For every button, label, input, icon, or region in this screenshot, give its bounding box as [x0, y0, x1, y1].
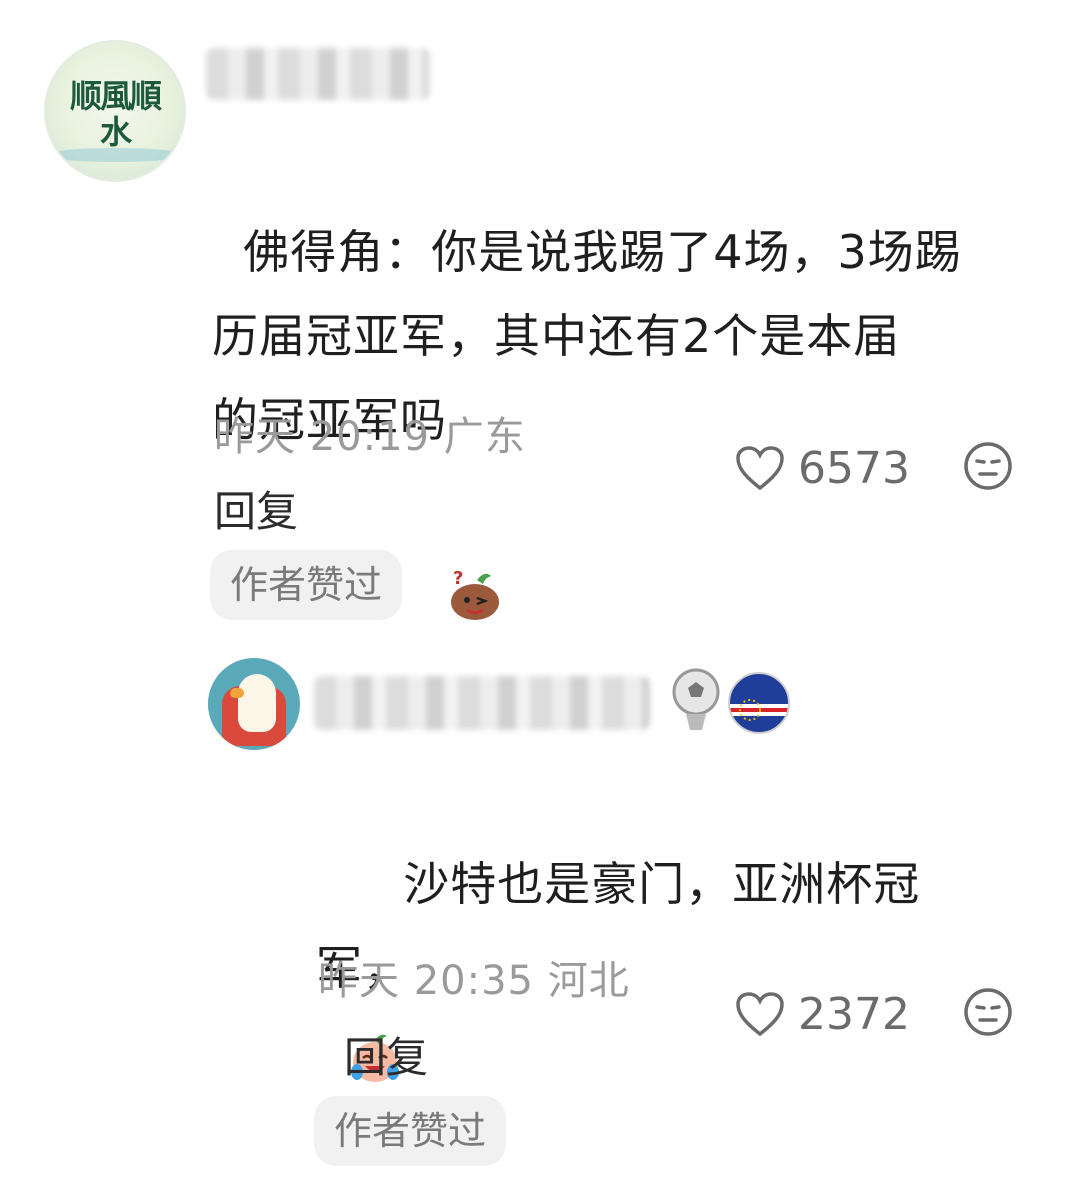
- blurred-username[interactable]: [314, 676, 650, 730]
- commenter-avatar[interactable]: 顺風順水: [44, 40, 186, 182]
- replier-avatar[interactable]: [208, 658, 300, 750]
- avatar-logo-text: 顺風順水: [69, 77, 162, 151]
- dislike-button[interactable]: [962, 986, 1014, 1038]
- avatar-duck: [238, 674, 276, 732]
- like-button[interactable]: 6573: [734, 438, 910, 498]
- like-count: 2372: [798, 988, 910, 1040]
- cape-verde-flag-icon: [726, 670, 792, 736]
- reply-button[interactable]: 回复: [214, 478, 298, 539]
- crying-laughing-face-icon: [347, 860, 403, 1082]
- author-liked-badge: 作者赞过: [210, 550, 403, 620]
- reply-time-location: 昨天 20:35 河北: [318, 958, 630, 1004]
- reply-button[interactable]: 回复: [344, 1024, 428, 1085]
- neutral-face-icon: [964, 988, 1012, 1036]
- soccer-ball-badge-icon: [666, 664, 726, 740]
- like-button[interactable]: 2372: [734, 984, 910, 1044]
- neutral-face-icon: [964, 442, 1012, 490]
- dislike-button[interactable]: [962, 440, 1014, 492]
- svg-text:?: ?: [453, 568, 464, 589]
- blurred-username[interactable]: [206, 48, 430, 100]
- avatar-duck-beak: [230, 688, 244, 698]
- heart-icon: [736, 446, 784, 491]
- comment-time-location: 昨天 20:19 广东: [214, 414, 526, 460]
- heart-icon: [736, 992, 784, 1037]
- author-liked-badge: 作者赞过: [314, 1096, 507, 1166]
- like-count: 6573: [798, 442, 910, 494]
